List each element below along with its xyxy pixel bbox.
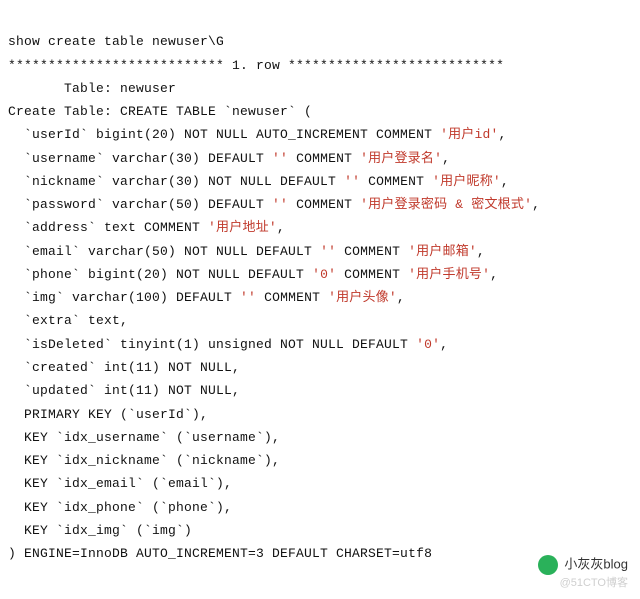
code-line: *************************** 1. row *****… (8, 58, 504, 73)
code-seg: `img` varchar(100) DEFAULT (8, 290, 240, 305)
code-line: Create Table: CREATE TABLE `newuser` ( (8, 104, 312, 119)
code-line: KEY `idx_phone` (`phone`), (8, 500, 232, 515)
code-line: ) ENGINE=InnoDB AUTO_INCREMENT=3 DEFAULT… (8, 546, 432, 561)
code-seg: `isDeleted` tinyint(1) unsigned NOT NULL… (8, 337, 416, 352)
string-literal: '' (344, 174, 360, 189)
code-seg: COMMENT (288, 197, 360, 212)
code-line: KEY `idx_email` (`email`), (8, 476, 232, 491)
code-line: `updated` int(11) NOT NULL, (8, 383, 240, 398)
code-seg: COMMENT (288, 151, 360, 166)
code-seg: `address` text COMMENT (8, 220, 208, 235)
string-literal: '0' (312, 267, 336, 282)
watermark-line2: @51CTO博客 (538, 577, 628, 591)
code-line: `nickname` varchar(30) NOT NULL DEFAULT … (8, 174, 509, 189)
string-literal: '用户手机号' (408, 267, 490, 282)
code-seg: , (397, 290, 405, 305)
string-literal: '' (272, 151, 288, 166)
code-line: `userId` bigint(20) NOT NULL AUTO_INCREM… (8, 127, 507, 142)
code-seg: COMMENT (336, 244, 408, 259)
code-line: `isDeleted` tinyint(1) unsigned NOT NULL… (8, 337, 448, 352)
code-line: show create table newuser\G (8, 34, 224, 49)
string-literal: '用户登录密码 & 密文根式' (360, 197, 532, 212)
string-literal: '用户头像' (328, 290, 397, 305)
string-literal: '0' (416, 337, 440, 352)
code-line: `password` varchar(50) DEFAULT '' COMMEN… (8, 197, 540, 212)
string-literal: '用户地址' (208, 220, 277, 235)
code-seg: `nickname` varchar(30) NOT NULL DEFAULT (8, 174, 344, 189)
code-line: KEY `idx_img` (`img`) (8, 523, 192, 538)
code-line: PRIMARY KEY (`userId`), (8, 407, 208, 422)
string-literal: '' (320, 244, 336, 259)
code-seg: COMMENT (256, 290, 328, 305)
code-seg: `phone` bigint(20) NOT NULL DEFAULT (8, 267, 312, 282)
code-seg: , (501, 174, 509, 189)
string-literal: '用户id' (440, 127, 498, 142)
sql-output: show create table newuser\G ************… (0, 0, 640, 573)
code-line: `address` text COMMENT '用户地址', (8, 220, 285, 235)
code-line: `extra` text, (8, 313, 128, 328)
watermark-line1: 小灰灰blog (538, 555, 628, 575)
code-line: `img` varchar(100) DEFAULT '' COMMENT '用… (8, 290, 405, 305)
code-seg: , (477, 244, 485, 259)
code-seg: `userId` bigint(20) NOT NULL AUTO_INCREM… (8, 127, 440, 142)
code-seg: , (532, 197, 540, 212)
string-literal: '' (272, 197, 288, 212)
code-line: Table: newuser (8, 81, 176, 96)
watermark: 小灰灰blog @51CTO博客 (538, 555, 628, 591)
code-seg: , (490, 267, 498, 282)
string-literal: '用户登录名' (360, 151, 442, 166)
code-seg: `email` varchar(50) NOT NULL DEFAULT (8, 244, 320, 259)
string-literal: '用户邮箱' (408, 244, 477, 259)
code-seg: `password` varchar(50) DEFAULT (8, 197, 272, 212)
code-seg: , (277, 220, 285, 235)
string-literal: '用户昵称' (432, 174, 501, 189)
code-line: `username` varchar(30) DEFAULT '' COMMEN… (8, 151, 450, 166)
string-literal: '' (240, 290, 256, 305)
code-seg: , (440, 337, 448, 352)
code-line: `email` varchar(50) NOT NULL DEFAULT '' … (8, 244, 485, 259)
code-seg: `username` varchar(30) DEFAULT (8, 151, 272, 166)
code-line: `created` int(11) NOT NULL, (8, 360, 240, 375)
code-seg: COMMENT (336, 267, 408, 282)
code-line: KEY `idx_nickname` (`nickname`), (8, 453, 280, 468)
code-seg: , (498, 127, 506, 142)
watermark-text1: 小灰灰blog (564, 557, 628, 572)
code-line: `phone` bigint(20) NOT NULL DEFAULT '0' … (8, 267, 498, 282)
code-seg: , (442, 151, 450, 166)
code-seg: COMMENT (360, 174, 432, 189)
code-line: KEY `idx_username` (`username`), (8, 430, 280, 445)
wechat-icon (538, 555, 558, 575)
